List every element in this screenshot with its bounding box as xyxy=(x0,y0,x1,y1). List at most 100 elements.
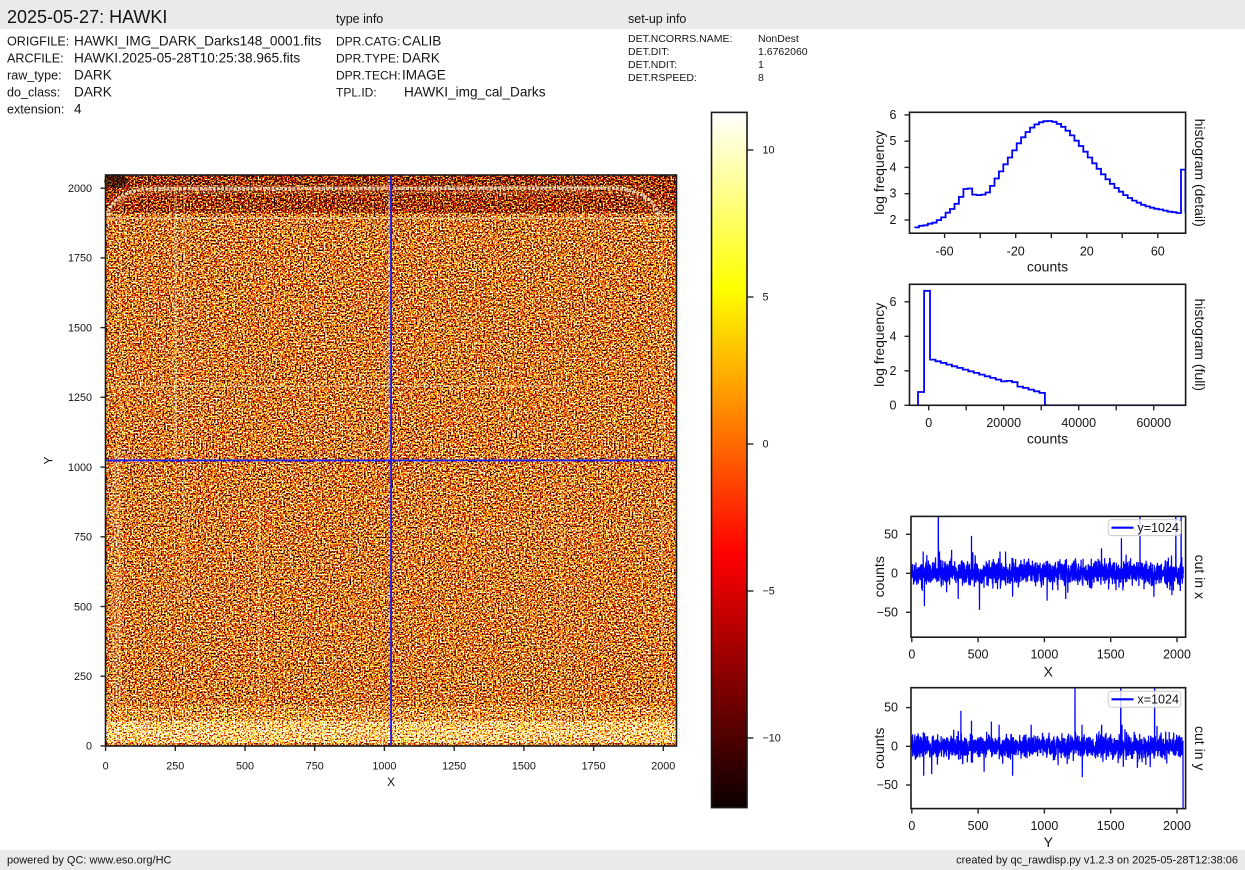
svg-text:−5: −5 xyxy=(763,586,775,598)
svg-text:1500: 1500 xyxy=(68,322,92,334)
svg-text:DARK: DARK xyxy=(74,68,112,83)
svg-text:DET.NCORRS.NAME:: DET.NCORRS.NAME: xyxy=(628,33,732,45)
svg-text:HAWKI_IMG_DARK_Darks148_0001.f: HAWKI_IMG_DARK_Darks148_0001.fits xyxy=(74,34,322,49)
svg-text:5: 5 xyxy=(763,292,769,304)
svg-text:Y: Y xyxy=(42,456,56,464)
svg-text:2000: 2000 xyxy=(1163,819,1191,833)
svg-text:40000: 40000 xyxy=(1061,416,1096,430)
svg-text:NonDest: NonDest xyxy=(758,33,799,45)
svg-text:60000: 60000 xyxy=(1136,416,1171,430)
svg-text:1500: 1500 xyxy=(1097,648,1125,662)
svg-text:0: 0 xyxy=(763,439,769,451)
svg-text:log frequency: log frequency xyxy=(871,131,887,215)
svg-text:y=1024: y=1024 xyxy=(1137,521,1179,535)
svg-text:250: 250 xyxy=(166,760,184,772)
svg-text:log frequency: log frequency xyxy=(871,303,887,387)
svg-text:2000: 2000 xyxy=(68,183,92,195)
svg-text:X: X xyxy=(387,775,395,789)
svg-text:DET.NDIT:: DET.NDIT: xyxy=(628,59,677,71)
svg-text:1250: 1250 xyxy=(442,760,466,772)
svg-text:0: 0 xyxy=(890,398,897,412)
svg-text:20000: 20000 xyxy=(986,416,1021,430)
svg-text:0: 0 xyxy=(891,739,898,753)
svg-text:TPL.ID:: TPL.ID: xyxy=(336,86,377,100)
svg-text:powered by QC: www.eso.org/HC: powered by QC: www.eso.org/HC xyxy=(7,855,172,867)
svg-text:1000: 1000 xyxy=(1030,648,1058,662)
svg-text:created by qc_rawdisp.py v1.2.: created by qc_rawdisp.py v1.2.3 on 2025-… xyxy=(956,855,1238,867)
svg-text:1750: 1750 xyxy=(582,760,606,772)
svg-text:1500: 1500 xyxy=(512,760,536,772)
svg-text:−50: −50 xyxy=(877,605,898,619)
svg-text:750: 750 xyxy=(306,760,324,772)
svg-text:4: 4 xyxy=(890,329,897,343)
svg-text:50: 50 xyxy=(884,701,898,715)
svg-text:500: 500 xyxy=(236,760,254,772)
svg-text:0: 0 xyxy=(925,416,932,430)
svg-text:DPR.TYPE:: DPR.TYPE: xyxy=(336,52,399,66)
svg-text:750: 750 xyxy=(74,532,92,544)
svg-text:1500: 1500 xyxy=(1097,819,1125,833)
svg-text:3: 3 xyxy=(890,187,897,201)
svg-text:10: 10 xyxy=(763,145,775,157)
svg-text:do_class:: do_class: xyxy=(7,86,60,100)
svg-text:1000: 1000 xyxy=(372,760,396,772)
svg-text:-20: -20 xyxy=(1007,244,1025,258)
svg-text:2000: 2000 xyxy=(1163,648,1191,662)
svg-text:20: 20 xyxy=(1080,244,1094,258)
svg-text:X: X xyxy=(1044,664,1054,680)
svg-text:6: 6 xyxy=(890,108,897,122)
svg-text:4: 4 xyxy=(74,102,82,117)
svg-text:1750: 1750 xyxy=(68,253,92,265)
svg-text:0: 0 xyxy=(103,760,109,772)
svg-text:raw_type:: raw_type: xyxy=(7,69,62,83)
svg-text:−10: −10 xyxy=(763,733,781,745)
svg-text:500: 500 xyxy=(968,648,989,662)
svg-text:counts: counts xyxy=(1027,259,1068,275)
svg-text:1: 1 xyxy=(758,59,764,71)
svg-text:6: 6 xyxy=(890,295,897,309)
svg-text:DARK: DARK xyxy=(74,85,112,100)
svg-text:60: 60 xyxy=(1151,244,1165,258)
svg-text:-60: -60 xyxy=(936,244,954,258)
svg-text:5: 5 xyxy=(890,134,897,148)
svg-text:cut in x: cut in x xyxy=(1192,555,1208,599)
svg-text:counts: counts xyxy=(871,728,887,769)
svg-text:−50: −50 xyxy=(877,778,898,792)
svg-text:counts: counts xyxy=(1027,431,1068,447)
svg-text:histogram (full): histogram (full) xyxy=(1192,299,1208,392)
svg-text:1000: 1000 xyxy=(68,462,92,474)
svg-text:500: 500 xyxy=(74,601,92,613)
svg-text:1.6762060: 1.6762060 xyxy=(758,46,808,58)
svg-text:ARCFILE:: ARCFILE: xyxy=(7,52,64,66)
svg-text:2000: 2000 xyxy=(651,760,675,772)
svg-text:HAWKI.2025-05-28T10:25:38.965.: HAWKI.2025-05-28T10:25:38.965.fits xyxy=(74,51,300,66)
svg-text:DARK: DARK xyxy=(402,51,440,66)
svg-text:1000: 1000 xyxy=(1030,819,1058,833)
svg-text:DET.DIT:: DET.DIT: xyxy=(628,46,669,58)
svg-text:type info: type info xyxy=(336,12,383,26)
svg-text:x=1024: x=1024 xyxy=(1137,693,1179,707)
svg-text:2: 2 xyxy=(890,364,897,378)
svg-text:0: 0 xyxy=(86,741,92,753)
svg-text:2: 2 xyxy=(890,213,897,227)
svg-text:ORIGFILE:: ORIGFILE: xyxy=(7,35,69,49)
svg-text:2025-05-27: HAWKI: 2025-05-27: HAWKI xyxy=(7,7,167,27)
svg-text:DPR.CATG:: DPR.CATG: xyxy=(336,35,400,49)
svg-text:4: 4 xyxy=(890,160,897,174)
svg-text:Y: Y xyxy=(1044,834,1054,850)
svg-text:0: 0 xyxy=(891,566,898,580)
svg-text:cut in y: cut in y xyxy=(1192,726,1208,770)
svg-text:CALIB: CALIB xyxy=(402,34,441,49)
svg-text:HAWKI_img_cal_Darks: HAWKI_img_cal_Darks xyxy=(404,85,546,100)
svg-text:8: 8 xyxy=(758,72,764,84)
svg-text:250: 250 xyxy=(74,671,92,683)
svg-text:IMAGE: IMAGE xyxy=(402,68,446,83)
svg-text:0: 0 xyxy=(908,819,915,833)
svg-text:histogram (detail): histogram (detail) xyxy=(1192,119,1208,227)
svg-text:set-up info: set-up info xyxy=(628,12,686,26)
svg-text:counts: counts xyxy=(871,556,887,597)
svg-text:1250: 1250 xyxy=(68,392,92,404)
svg-text:DPR.TECH:: DPR.TECH: xyxy=(336,69,401,83)
svg-text:0: 0 xyxy=(908,648,915,662)
svg-text:500: 500 xyxy=(968,819,989,833)
